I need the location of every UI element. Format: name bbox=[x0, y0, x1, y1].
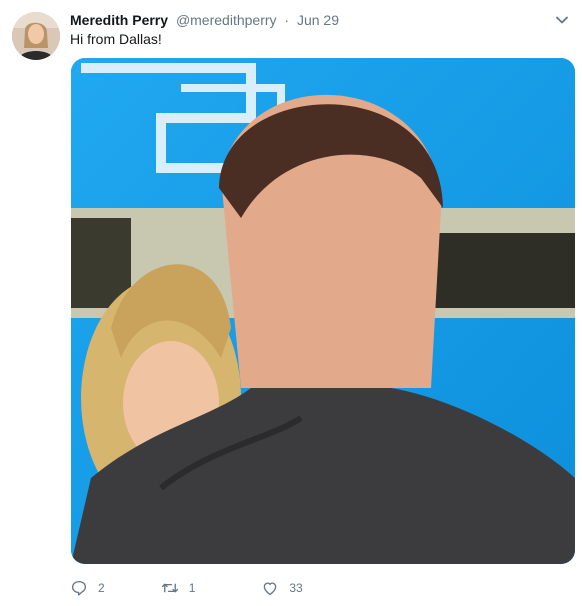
tweet-photo[interactable] bbox=[71, 58, 575, 564]
reply-icon bbox=[70, 579, 88, 597]
author-handle[interactable]: @meredithperry bbox=[176, 12, 277, 28]
retweet-icon bbox=[161, 579, 179, 597]
like-button[interactable]: 33 bbox=[261, 578, 303, 598]
separator: · bbox=[284, 12, 290, 28]
heart-icon bbox=[261, 579, 279, 597]
avatar[interactable] bbox=[12, 12, 60, 60]
author-name[interactable]: Meredith Perry bbox=[70, 12, 168, 28]
like-count: 33 bbox=[289, 581, 303, 595]
reply-button[interactable]: 2 bbox=[70, 578, 105, 598]
retweet-button[interactable]: 1 bbox=[161, 578, 196, 598]
chevron-down-icon[interactable] bbox=[554, 12, 570, 28]
tweet-date[interactable]: Jun 29 bbox=[297, 12, 339, 28]
tweet-actions: 2 1 33 bbox=[70, 578, 359, 598]
tweet-header: Meredith Perry @meredithperry · Jun 29 bbox=[70, 10, 339, 30]
reply-count: 2 bbox=[98, 581, 105, 595]
retweet-count: 1 bbox=[188, 581, 196, 595]
tweet[interactable]: Meredith Perry @meredithperry · Jun 29 H… bbox=[0, 0, 582, 606]
tweet-text: Hi from Dallas! bbox=[70, 31, 162, 47]
